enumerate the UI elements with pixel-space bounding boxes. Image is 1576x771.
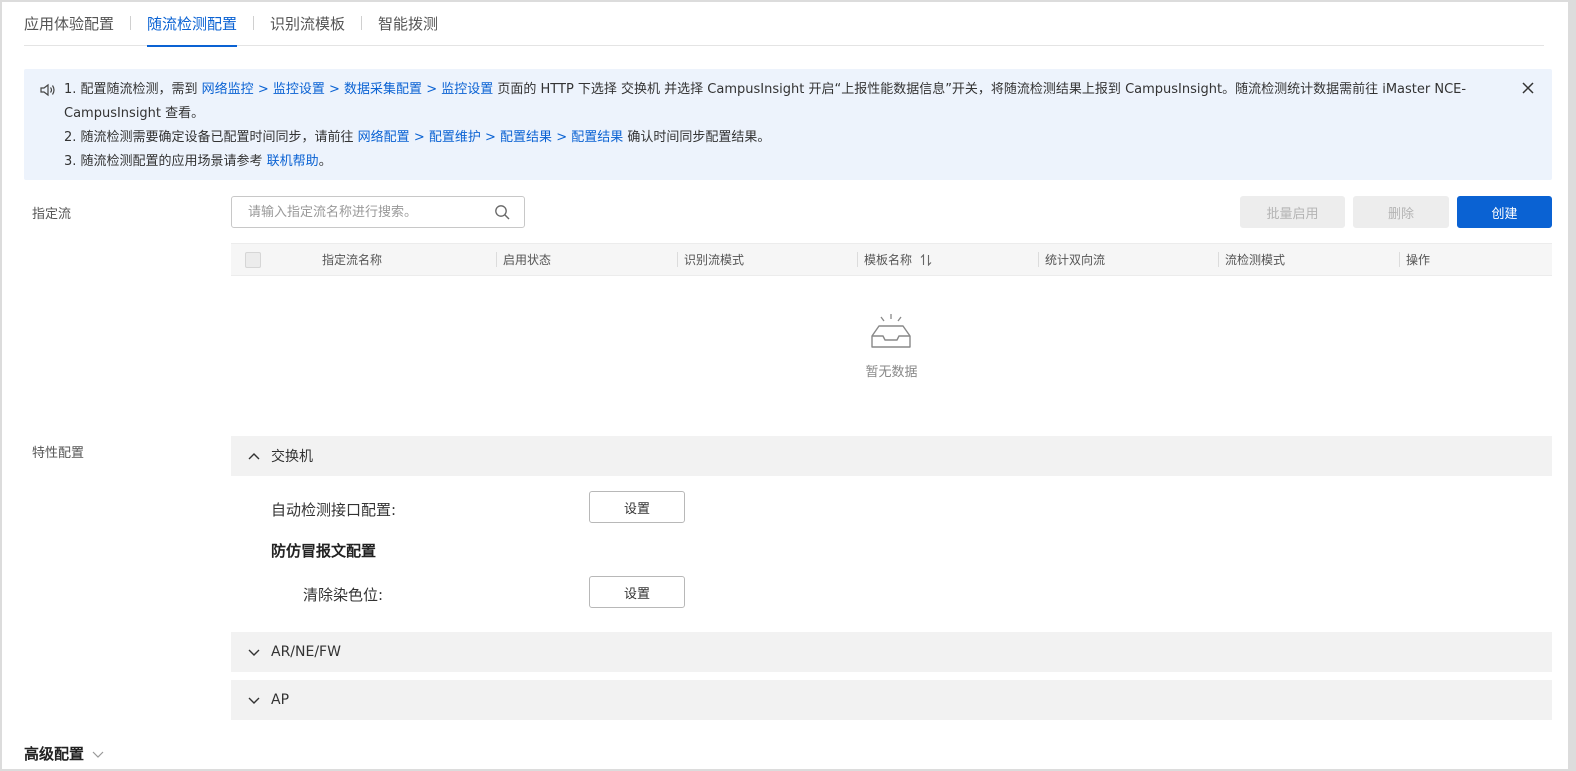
column-template-name-label: 模板名称 [864, 253, 913, 267]
advanced-config-toggle[interactable]: 高级配置 [24, 743, 104, 764]
link-separator: > [253, 82, 273, 97]
link-separator: > [422, 82, 442, 97]
info-notice: 1. 配置随流检测，需到 网络监控 > 监控设置 > 数据采集配置 > 监控设置… [24, 69, 1552, 180]
notice-text: 1. 配置随流检测，需到 [64, 82, 202, 97]
column-divider [857, 252, 858, 267]
tab-flow-detection[interactable]: 随流检测配置 [147, 0, 238, 47]
search-box [231, 196, 525, 228]
column-template-name[interactable]: 模板名称 [864, 244, 932, 275]
link-config-maintenance[interactable]: 配置维护 [429, 130, 481, 145]
column-actions: 操作 [1406, 253, 1431, 267]
anti-spoof-heading: 防仿冒报文配置 [271, 542, 377, 560]
tab-flow-template[interactable]: 识别流模板 [270, 0, 345, 46]
delete-button[interactable]: 删除 [1353, 196, 1449, 228]
notice-line-3: 3. 随流检测配置的应用场景请参考 联机帮助。 [64, 150, 1512, 174]
ar-ne-fw-accordion[interactable]: AR/NE/FW [231, 632, 1552, 672]
column-detection-mode: 流检测模式 [1225, 253, 1286, 267]
advanced-config-label: 高级配置 [24, 745, 85, 763]
select-all-checkbox[interactable] [245, 252, 261, 268]
column-divider [1218, 252, 1219, 267]
ap-section-title: AP [271, 692, 290, 708]
table-header: 指定流名称 启用状态 识别流模式 模板名称 统计双向流 流检测模式 操作 [231, 243, 1552, 276]
chevron-up-icon [248, 453, 260, 460]
link-separator: > [409, 130, 429, 145]
auto-detect-set-button[interactable]: 设置 [589, 491, 685, 523]
link-network-monitor[interactable]: 网络监控 [202, 82, 254, 97]
chevron-down-icon [92, 751, 104, 758]
notice-text: 确认时间同步配置结果。 [623, 130, 771, 145]
empty-inbox-icon [871, 314, 911, 348]
column-identify-mode: 识别流模式 [684, 253, 745, 267]
link-online-help[interactable]: 联机帮助 [267, 154, 319, 169]
link-network-config[interactable]: 网络配置 [358, 130, 410, 145]
notice-text: 。 [318, 154, 332, 169]
ar-ne-fw-section-title: AR/NE/FW [271, 644, 341, 660]
column-enable-status: 启用状态 [503, 253, 552, 267]
clear-color-label: 清除染色位: [303, 586, 384, 604]
auto-detect-label: 自动检测接口配置: [271, 501, 397, 519]
link-data-collection[interactable]: 数据采集配置 [344, 82, 422, 97]
create-button[interactable]: 创建 [1457, 196, 1552, 228]
column-divider [1038, 252, 1039, 267]
clear-color-set-button[interactable]: 设置 [589, 576, 685, 608]
tab-divider [253, 15, 255, 30]
search-input[interactable] [232, 197, 482, 227]
designated-flow-label: 指定流 [32, 207, 72, 222]
notice-text: 3. 随流检测配置的应用场景请参考 [64, 154, 267, 169]
ap-accordion[interactable]: AP [231, 680, 1552, 720]
notice-line-2: 2. 随流检测需要确定设备已配置时间同步，请前往 网络配置 > 配置维护 > 配… [64, 126, 1512, 150]
link-separator: > [324, 82, 345, 97]
notice-text: 2. 随流检测需要确定设备已配置时间同步，请前往 [64, 130, 358, 145]
link-monitor-settings[interactable]: 监控设置 [273, 82, 325, 97]
tab-divider [361, 15, 363, 30]
close-icon[interactable] [1520, 80, 1536, 96]
batch-enable-button[interactable]: 批量启用 [1240, 196, 1345, 228]
tab-smart-probe[interactable]: 智能拨测 [378, 0, 438, 46]
link-separator: > [552, 130, 572, 145]
chevron-down-icon [248, 697, 260, 704]
tab-divider [130, 15, 132, 30]
chevron-down-icon [248, 649, 260, 656]
link-monitor-settings-2[interactable]: 监控设置 [441, 82, 493, 97]
empty-text: 暂无数据 [865, 365, 918, 380]
column-divider [496, 252, 497, 267]
search-icon[interactable] [494, 204, 510, 220]
tab-bar: 应用体验配置 随流检测配置 识别流模板 智能拨测 [24, 0, 1544, 47]
link-config-result[interactable]: 配置结果 [500, 130, 552, 145]
column-bidirectional: 统计双向流 [1045, 253, 1106, 267]
link-separator: > [480, 130, 501, 145]
column-divider [1399, 252, 1400, 267]
tab-app-experience[interactable]: 应用体验配置 [24, 0, 114, 46]
sort-icon[interactable] [920, 253, 932, 266]
notice-line-1: 1. 配置随流检测，需到 网络监控 > 监控设置 > 数据采集配置 > 监控设置… [64, 78, 1512, 126]
empty-state: 暂无数据 [231, 276, 1552, 406]
column-divider [677, 252, 678, 267]
speaker-icon [40, 83, 55, 97]
feature-config-label: 特性配置 [32, 446, 85, 461]
switch-section-title: 交换机 [271, 449, 313, 465]
switch-accordion[interactable]: 交换机 [231, 436, 1552, 476]
link-config-result-2[interactable]: 配置结果 [571, 130, 623, 145]
column-flow-name: 指定流名称 [322, 253, 383, 267]
